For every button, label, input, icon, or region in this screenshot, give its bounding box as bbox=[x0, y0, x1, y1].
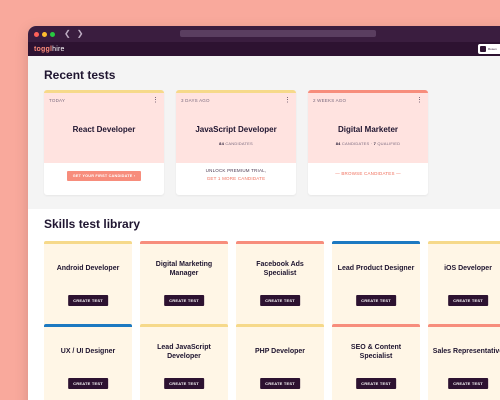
minimize-window-button[interactable] bbox=[42, 31, 47, 37]
create-test-button[interactable]: CREATE TEST bbox=[164, 295, 204, 306]
skill-name: Lead JavaScript Developer bbox=[157, 343, 211, 360]
close-window-button[interactable] bbox=[34, 31, 39, 37]
skill-name: Facebook Ads Specialist bbox=[256, 260, 304, 277]
create-test-button[interactable]: CREATE TEST bbox=[164, 378, 204, 389]
toggl-hire-logo[interactable]: togglhire bbox=[34, 46, 65, 53]
browser-toolbar: ❮ ❯ bbox=[28, 26, 500, 42]
more-options-icon[interactable]: ⋮ bbox=[152, 97, 159, 104]
account-menu[interactable]: Rosen bbox=[478, 44, 500, 54]
browse-candidates-link[interactable]: — BROWSE CANDIDATES — bbox=[308, 171, 428, 176]
test-name: Digital Marketer bbox=[337, 125, 399, 134]
create-test-button[interactable]: CREATE TEST bbox=[68, 295, 108, 306]
create-test-button[interactable]: CREATE TEST bbox=[448, 378, 488, 389]
get-first-candidate-button[interactable]: GET YOUR FIRST CANDIDATE › bbox=[66, 171, 142, 181]
test-date: 3 DAYS AGO bbox=[181, 98, 210, 103]
skill-name: Digital Marketing Manager bbox=[155, 260, 213, 277]
skill-name: PHP Developer bbox=[254, 348, 306, 356]
skill-name: iOS Developer bbox=[444, 265, 492, 273]
skill-card-php-developer[interactable]: PHP Developer CREATE TEST bbox=[236, 324, 324, 400]
skill-card-ux-ui-designer[interactable]: UX / UI Designer CREATE TEST bbox=[44, 324, 132, 400]
more-options-icon[interactable]: ⋮ bbox=[284, 97, 291, 104]
app-window: ❮ ❯ togglhire Rosen Recent tests TODAY ⋮… bbox=[28, 26, 500, 400]
skill-card-sales-representative[interactable]: Sales Representative CREATE TEST bbox=[428, 324, 500, 400]
create-test-button[interactable]: CREATE TEST bbox=[68, 378, 108, 389]
test-name: JavaScript Developer bbox=[195, 125, 277, 134]
create-test-button[interactable]: CREATE TEST bbox=[356, 378, 396, 389]
skill-name: Lead Product Designer bbox=[337, 265, 415, 273]
skill-card-ios-developer[interactable]: iOS Developer CREATE TEST bbox=[428, 241, 500, 328]
recent-tests-title: Recent tests bbox=[44, 68, 116, 82]
skill-name: Android Developer bbox=[56, 265, 120, 273]
recent-test-card-javascript[interactable]: 3 DAYS AGO ⋮ JavaScript Developer 84 CAN… bbox=[176, 90, 296, 195]
skills-library-title: Skills test library bbox=[44, 217, 141, 231]
skill-card-android-developer[interactable]: Android Developer CREATE TEST bbox=[44, 241, 132, 328]
address-bar[interactable] bbox=[180, 30, 376, 37]
get-more-candidate-link[interactable]: GET 1 MORE CANDIDATE bbox=[176, 176, 296, 181]
app-header: togglhire Rosen bbox=[28, 42, 500, 56]
skill-name: SEO & Content Specialist bbox=[350, 343, 402, 360]
skill-card-digital-marketing-manager[interactable]: Digital Marketing Manager CREATE TEST bbox=[140, 241, 228, 328]
test-name: React Developer bbox=[72, 125, 136, 134]
maximize-window-button[interactable] bbox=[50, 31, 55, 37]
test-date: TODAY bbox=[49, 98, 66, 103]
recent-test-card-react[interactable]: TODAY ⋮ React Developer GET YOUR FIRST C… bbox=[44, 90, 164, 195]
chevron-left-icon[interactable]: ❮ bbox=[64, 30, 71, 38]
skill-card-lead-javascript-developer[interactable]: Lead JavaScript Developer CREATE TEST bbox=[140, 324, 228, 400]
more-options-icon[interactable]: ⋮ bbox=[416, 97, 423, 104]
recent-test-card-digital-marketer[interactable]: 2 WEEKS AGO ⋮ Digital Marketer 84 CANDID… bbox=[308, 90, 428, 195]
avatar bbox=[480, 46, 486, 52]
create-test-button[interactable]: CREATE TEST bbox=[448, 295, 488, 306]
chevron-right-icon[interactable]: ❯ bbox=[77, 30, 84, 38]
create-test-button[interactable]: CREATE TEST bbox=[356, 295, 396, 306]
skill-card-facebook-ads-specialist[interactable]: Facebook Ads Specialist CREATE TEST bbox=[236, 241, 324, 328]
skill-card-seo-content-specialist[interactable]: SEO & Content Specialist CREATE TEST bbox=[332, 324, 420, 400]
create-test-button[interactable]: CREATE TEST bbox=[260, 295, 300, 306]
test-date: 2 WEEKS AGO bbox=[313, 98, 347, 103]
skill-name: Sales Representative bbox=[432, 348, 500, 356]
skill-name: UX / UI Designer bbox=[60, 348, 116, 356]
skill-card-lead-product-designer[interactable]: Lead Product Designer CREATE TEST bbox=[332, 241, 420, 328]
create-test-button[interactable]: CREATE TEST bbox=[260, 378, 300, 389]
unlock-premium-text: UNLOCK PREMIUM TRIAL, bbox=[205, 168, 267, 173]
candidate-count: 84 CANDIDATES bbox=[219, 141, 253, 146]
candidate-count: 84 CANDIDATES · 7 QUALIFIED bbox=[335, 141, 401, 146]
account-label: Rosen bbox=[488, 47, 497, 51]
